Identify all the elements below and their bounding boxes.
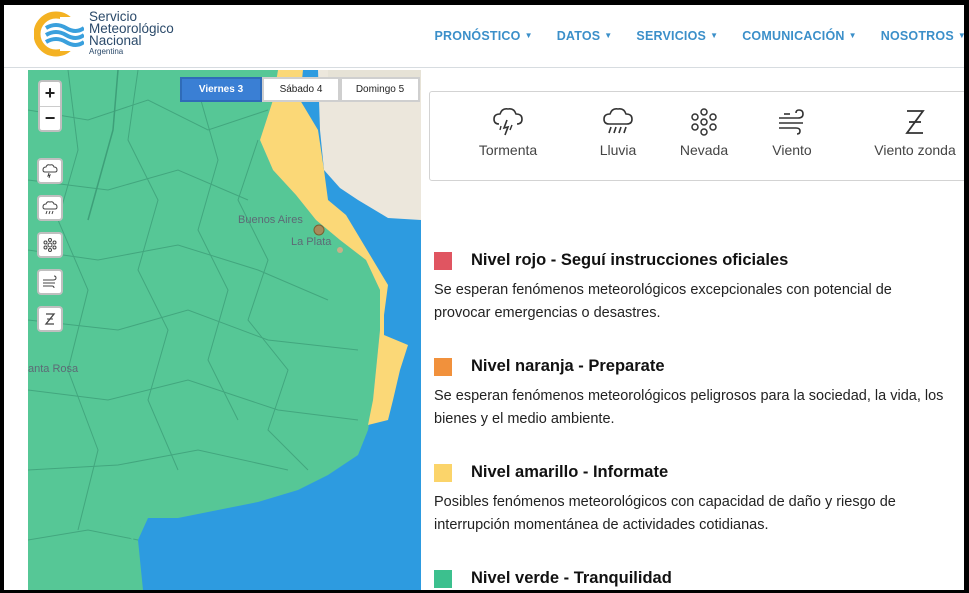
nav-item-pronostico[interactable]: PRONÓSTICO ▼ [435, 29, 533, 43]
rain-icon [42, 201, 58, 215]
map-label-buenos-aires: Buenos Aires [238, 214, 303, 226]
layer-wind-button[interactable] [37, 269, 63, 295]
nav-item-datos[interactable]: DATOS ▼ [557, 29, 613, 43]
level-description: Posibles fenómenos meteorológicos con ca… [434, 494, 896, 533]
day-tab-saturday[interactable]: Sábado 4 [262, 77, 340, 102]
day-tab-sunday[interactable]: Domingo 5 [340, 77, 420, 102]
day-tab-friday[interactable]: Viernes 3 [180, 77, 262, 102]
wind-icon [779, 109, 804, 135]
logo-line: Nacional [89, 33, 142, 48]
layer-snow-button[interactable] [37, 232, 63, 258]
zoom-in-button[interactable]: + [40, 82, 60, 106]
nav-label: SERVICIOS [636, 29, 707, 43]
hazard-label: Viento [772, 142, 812, 158]
hazard-snow[interactable]: Nevada [659, 106, 749, 158]
hazard-rain[interactable]: Lluvia [573, 106, 663, 158]
caret-down-icon: ▼ [957, 31, 964, 40]
zonda-wind-icon [905, 110, 925, 134]
level-description: Se esperan fenómenos meteorológicos peli… [434, 388, 944, 427]
layer-rain-button[interactable] [37, 195, 63, 221]
nav-label: PRONÓSTICO [434, 29, 521, 43]
hazard-filter-bar: Tormenta Lluvia Nevada Viento Viento zon… [429, 91, 964, 181]
level-title: Nivel rojo - Seguí instrucciones oficial… [471, 251, 789, 269]
level-description: Se esperan fenómenos meteorológicos exce… [434, 282, 892, 321]
storm-icon [493, 108, 523, 136]
main-nav: PRONÓSTICO ▼ DATOS ▼ SERVICIOS ▼ COMUNICACI… [411, 29, 964, 43]
nav-item-comunicacion[interactable]: COMUNICACIÓN ▼ [742, 29, 857, 43]
map-canvas [28, 70, 421, 590]
hazard-label: Nevada [679, 142, 729, 158]
hazard-wind[interactable]: Viento [747, 106, 837, 158]
nav-label: DATOS [556, 29, 601, 43]
snow-icon [43, 238, 57, 252]
day-selector: Viernes 3 Sábado 4 Domingo 5 [180, 77, 420, 102]
map-label-santa-rosa: anta Rosa [28, 363, 79, 375]
wind-icon [43, 275, 57, 289]
smn-logo-icon [34, 11, 84, 57]
zoom-control: + − [38, 80, 62, 132]
snow-icon [691, 108, 717, 136]
logo-subtitle: Argentina [89, 47, 124, 56]
level-yellow-swatch [434, 464, 452, 482]
caret-down-icon: ▼ [710, 31, 719, 40]
level-orange-swatch [434, 358, 452, 376]
caret-down-icon: ▼ [848, 31, 857, 40]
level-red-swatch [434, 252, 452, 270]
level-title: Nivel verde - Tranquilidad [471, 569, 672, 587]
browser-page: Servicio Meteorológico Nacional Argentin… [4, 5, 964, 590]
site-header: Servicio Meteorológico Nacional Argentin… [4, 5, 964, 68]
map-label-la-plata: La Plata [291, 236, 332, 248]
nav-label: COMUNICACIÓN [742, 29, 845, 43]
nav-label: NOSOTROS [880, 29, 954, 43]
level-green-swatch [434, 570, 452, 588]
nav-item-servicios[interactable]: SERVICIOS ▼ [636, 29, 718, 43]
caret-down-icon: ▼ [524, 31, 533, 40]
hazard-zonda[interactable]: Viento zonda [855, 106, 964, 158]
zoom-out-button[interactable]: − [40, 106, 60, 130]
hazard-label: Tormenta [478, 142, 538, 158]
logo-wordmark: Servicio Meteorológico Nacional Argentin… [89, 10, 174, 56]
storm-icon [42, 164, 58, 179]
level-title: Nivel naranja - Preparate [471, 357, 665, 375]
layer-storm-button[interactable] [37, 158, 63, 184]
alert-map[interactable]: + − Viernes 3 Sábado 4 Domingo 5 Buenos … [28, 70, 421, 590]
hazard-label: Lluvia [599, 142, 637, 158]
level-title: Nivel amarillo - Informate [471, 463, 669, 481]
layer-zonda-button[interactable] [37, 306, 63, 332]
rain-icon [603, 108, 633, 134]
nav-item-nosotros[interactable]: NOSOTROS ▼ [881, 29, 964, 43]
zonda-wind-icon [44, 313, 56, 325]
hazard-storm[interactable]: Tormenta [463, 106, 553, 158]
smn-logo[interactable]: Servicio Meteorológico Nacional Argentin… [34, 9, 204, 59]
hazard-label: Viento zonda [874, 142, 956, 158]
caret-down-icon: ▼ [604, 31, 613, 40]
